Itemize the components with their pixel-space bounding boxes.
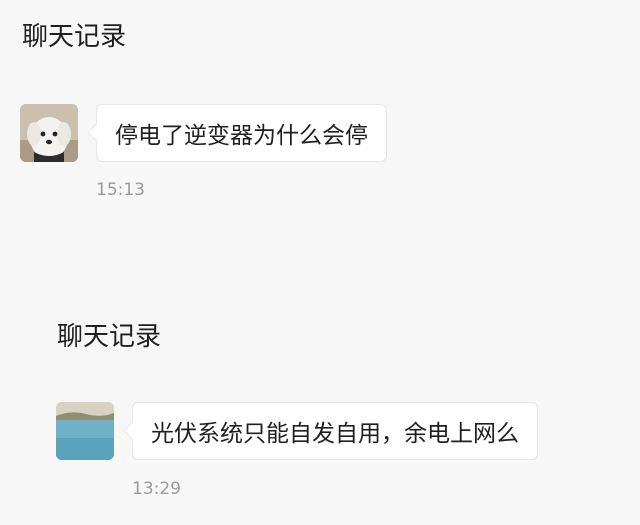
section-title: 聊天记录 <box>22 22 127 52</box>
message-text: 光伏系统只能自发自用，余电上网么 <box>151 421 519 447</box>
chat-history-screenshot: { "sections": [ { "title": "聊天记录", "mess… <box>0 0 640 525</box>
dog-avatar-icon-graphic <box>20 104 78 162</box>
section-title: 聊天记录 <box>57 322 162 352</box>
message-row: 光伏系统只能自发自用，余电上网么 13:29 <box>56 402 636 499</box>
message-timestamp: 13:29 <box>132 479 181 499</box>
message-timestamp: 15:13 <box>96 180 145 200</box>
message-bubble[interactable]: 光伏系统只能自发自用，余电上网么 <box>132 402 538 460</box>
lake-landscape-avatar-icon-graphic <box>56 402 114 460</box>
lake-landscape-avatar-icon[interactable] <box>56 402 114 460</box>
message-text: 停电了逆变器为什么会停 <box>115 123 368 149</box>
message-row: 停电了逆变器为什么会停 15:13 <box>20 104 620 200</box>
chat-record-section-2: 聊天记录 光伏系统只能自发自用，余电上网么 13:29 <box>0 300 640 525</box>
message-bubble[interactable]: 停电了逆变器为什么会停 <box>96 104 387 162</box>
dog-avatar-icon[interactable] <box>20 104 78 162</box>
chat-record-section-1: 聊天记录 停电了逆变器为什么会停 15:13 <box>0 0 640 230</box>
